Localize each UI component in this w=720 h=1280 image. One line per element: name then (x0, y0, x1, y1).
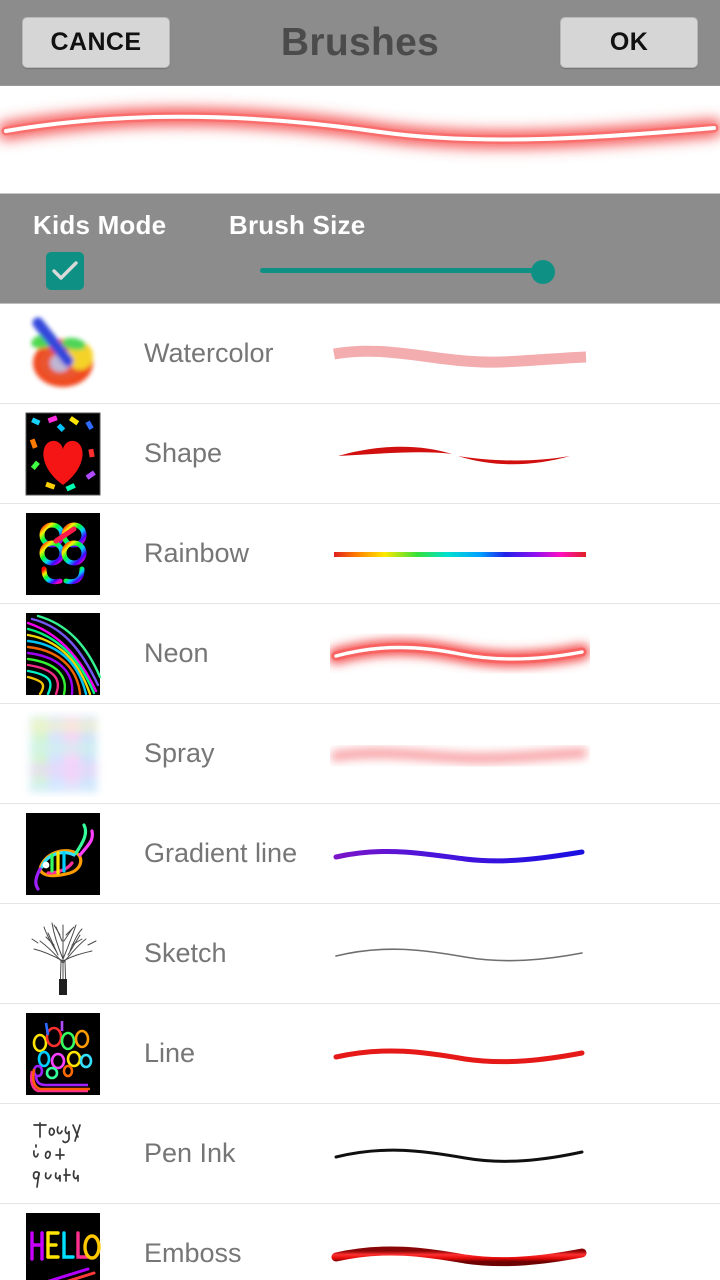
brush-name: Neon (144, 638, 209, 668)
ok-button[interactable]: OK (560, 17, 698, 68)
watercolor-apple-thumb (16, 311, 110, 397)
spray-pastel-thumb (16, 711, 110, 797)
check-icon (52, 261, 78, 280)
brush-row-spray[interactable]: Spray (0, 704, 720, 804)
brush-row-watercolor[interactable]: Watercolor (0, 304, 720, 404)
brush-stroke-preview (330, 604, 720, 704)
brush-name: Emboss (144, 1238, 242, 1268)
brush-stroke-preview (330, 1004, 720, 1104)
brush-row-rainbow[interactable]: Rainbow (0, 504, 720, 604)
brush-name: Pen Ink (144, 1138, 236, 1168)
brush-row-shape[interactable]: Shape (0, 404, 720, 504)
brush-row-emboss[interactable]: Emboss (0, 1204, 720, 1280)
brush-row-sketch[interactable]: Sketch (0, 904, 720, 1004)
brush-stroke-preview (330, 504, 720, 604)
slider-thumb[interactable] (531, 260, 555, 284)
brush-name: Rainbow (144, 538, 250, 568)
brush-size-slider[interactable] (260, 260, 555, 284)
brush-stroke-preview (330, 404, 720, 504)
brush-stroke-preview (330, 804, 720, 904)
kids-mode-label: Kids Mode (33, 210, 167, 240)
brush-stroke-preview (330, 1204, 720, 1280)
brush-row-pen-ink[interactable]: Pen Ink (0, 1104, 720, 1204)
emboss-hello-thumb (16, 1211, 110, 1280)
pen-ink-writing-thumb (16, 1111, 110, 1197)
brush-preview-area (0, 86, 720, 194)
brush-name: Sketch (144, 938, 227, 968)
brush-row-neon[interactable]: Neon (0, 604, 720, 704)
gradient-fish-thumb (16, 811, 110, 897)
brushes-screen: CANCE Brushes OK Kids Mode Brush Size Wa… (0, 0, 720, 1280)
brush-name: Shape (144, 438, 223, 468)
kids-mode-checkbox[interactable] (46, 252, 84, 290)
brush-stroke-preview (330, 304, 720, 404)
cancel-button[interactable]: CANCE (22, 17, 170, 68)
brush-list[interactable]: Watercolor Shape Rainbow Neon Spray Grad… (0, 304, 720, 1280)
slider-track (260, 268, 543, 273)
brush-name: Line (144, 1038, 196, 1068)
brush-stroke-preview (330, 904, 720, 1004)
rainbow-flower-thumb (16, 511, 110, 597)
brush-row-line[interactable]: Line (0, 1004, 720, 1104)
brush-row-gradient-line[interactable]: Gradient line (0, 804, 720, 904)
sketch-tree-thumb (16, 911, 110, 997)
preview-neon-stroke (0, 108, 720, 149)
brush-name: Watercolor (144, 338, 274, 368)
header-bar: CANCE Brushes OK (0, 0, 720, 86)
brush-stroke-preview (330, 704, 720, 804)
controls-bar: Kids Mode Brush Size (0, 194, 720, 304)
brush-name: Spray (144, 738, 215, 768)
line-rings-thumb (16, 1011, 110, 1097)
brush-stroke-preview (330, 1104, 720, 1204)
neon-rays-thumb (16, 611, 110, 697)
shape-heart-thumb (16, 411, 110, 497)
brush-size-label: Brush Size (229, 210, 366, 240)
brush-name: Gradient line (144, 838, 298, 868)
